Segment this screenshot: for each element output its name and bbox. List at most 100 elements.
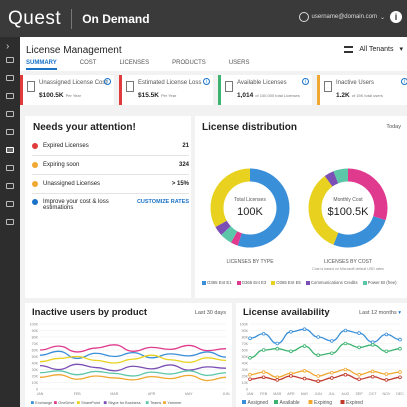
donut-slice[interactable]: [221, 225, 238, 243]
legend-swatch: [340, 400, 345, 404]
customize-rates-link[interactable]: CUSTOMIZE RATES: [137, 199, 189, 205]
divider: [32, 193, 189, 194]
info-icon[interactable]: i: [401, 78, 407, 85]
attention-row-expiring[interactable]: Expiring soon 324: [32, 162, 189, 168]
data-point: [343, 372, 348, 377]
kpi-card-inactive-users[interactable]: Inactive Users 1.2K of 15K total users i: [317, 75, 407, 105]
attention-label: Expiring soon: [43, 162, 80, 168]
legend-label: Yammer: [167, 401, 182, 405]
kpi-value: 1.2K of 15K total users: [336, 92, 383, 99]
series-line[interactable]: [39, 363, 227, 372]
donut-slice[interactable]: [230, 231, 242, 246]
legend-item: Communications Credits: [305, 280, 358, 285]
data-point: [384, 372, 389, 376]
kpi-card-available-licenses[interactable]: Available Licenses 1,014 of 100,000 total…: [218, 75, 312, 105]
attention-label: Expired Licenses: [43, 143, 89, 149]
legend-item: O365 Ent E1: [202, 280, 232, 285]
legend-swatch: [163, 401, 166, 404]
data-point: [289, 329, 293, 334]
kpi-value: 1,014 of 100,000 total Licenses: [237, 92, 300, 99]
x-tick-label: JUN: [315, 392, 322, 396]
lock-icon[interactable]: [6, 183, 14, 189]
series-line[interactable]: [249, 328, 401, 345]
info-icon[interactable]: i: [390, 11, 402, 23]
legend-label: Exchange: [35, 401, 52, 405]
tab-products[interactable]: PRODUCTS: [172, 60, 206, 70]
data-point: [330, 370, 334, 375]
info-icon[interactable]: i: [203, 78, 210, 85]
data-point: [398, 337, 402, 342]
quest-logo[interactable]: Quest: [8, 8, 61, 30]
kpi-card-unassigned-cost[interactable]: Unassigned License Cost $100.5K Per Year …: [20, 75, 114, 105]
divider: [32, 174, 189, 175]
x-tick-label: SEP: [355, 392, 363, 396]
data-point: [357, 377, 361, 382]
y-tick-label: 40K: [32, 362, 39, 366]
kpi-value: $100.5K Per Year: [39, 92, 81, 99]
data-point: [343, 341, 348, 346]
attention-label: Improve your cost & loss estimations: [43, 199, 109, 211]
info-icon[interactable]: i: [104, 78, 111, 85]
expand-chevron-icon[interactable]: ›: [6, 41, 9, 52]
series-line[interactable]: [39, 370, 227, 377]
dashboard-icon[interactable]: [6, 57, 14, 63]
series-line[interactable]: [249, 342, 401, 359]
y-tick-label: 0: [36, 388, 38, 392]
legend-swatch: [103, 401, 107, 404]
data-point: [370, 374, 375, 379]
y-tick-label: 80K: [32, 336, 39, 340]
donut-slice[interactable]: [333, 168, 349, 184]
tenant-filter[interactable]: All Tenants ▾: [344, 45, 403, 53]
data-point: [398, 346, 402, 351]
attention-row-unassigned[interactable]: Unassigned Licenses > 15%: [32, 181, 189, 187]
data-point: [261, 370, 266, 374]
data-point: [330, 351, 334, 356]
license-icon[interactable]: [6, 147, 14, 153]
series-line[interactable]: [39, 344, 227, 353]
tab-cost[interactable]: COST: [80, 60, 97, 70]
donut-slice[interactable]: [324, 171, 339, 187]
user-menu[interactable]: username@domain.com ⌄: [298, 12, 385, 22]
warning-icon: [32, 181, 38, 187]
groups-icon[interactable]: [6, 129, 14, 135]
tab-summary[interactable]: SUMMARY: [26, 60, 57, 70]
donut1-center-label: Total Licenses: [234, 197, 266, 203]
donut-slice[interactable]: [215, 220, 231, 236]
legend-swatch: [308, 400, 313, 404]
data-point: [261, 331, 266, 336]
user-inactive-icon: [324, 81, 332, 92]
data-point: [316, 379, 320, 383]
top-bar: Quest On Demand username@domain.com ⌄ i: [0, 0, 407, 37]
data-point: [330, 376, 334, 380]
kpi-card-license-loss[interactable]: Estimated License Loss $15.5K Per Year i: [119, 75, 213, 105]
divider: [71, 8, 73, 29]
data-point: [316, 353, 320, 357]
donut1-caption: LICENSES BY TYPE: [226, 259, 274, 265]
product-name: On Demand: [82, 11, 150, 26]
document-icon: [225, 81, 233, 92]
donut-slice[interactable]: [333, 215, 386, 248]
data-point: [357, 331, 361, 335]
legend-label: Teams: [150, 401, 161, 405]
tab-licenses[interactable]: LICENSES: [119, 60, 149, 70]
key-icon[interactable]: [6, 93, 14, 99]
attention-value: 324: [178, 162, 189, 168]
data-point: [316, 374, 320, 378]
shield-icon[interactable]: [6, 201, 14, 207]
legend-item: O365 Ent E5: [271, 280, 301, 285]
users-icon[interactable]: [6, 75, 14, 81]
history-icon[interactable]: [6, 111, 14, 117]
y-tick-label: 90K: [32, 329, 39, 333]
attention-row-expired[interactable]: Expired Licenses 21: [32, 143, 189, 149]
y-tick-label: 0: [246, 388, 248, 392]
info-icon[interactable]: i: [302, 78, 309, 85]
legend-label: SharePoint: [81, 401, 101, 405]
tenant-filter-label: All Tenants: [359, 45, 394, 53]
settings-icon[interactable]: [6, 219, 14, 225]
x-tick-label: MAY: [185, 392, 193, 396]
legend-label: Assigned: [248, 400, 269, 406]
availability-line-chart: 0 10K 20K 30K 40K 50K 60K 70K 80K 90K 100K JAN FEB MA…: [240, 323, 405, 407]
audit-icon[interactable]: [6, 165, 14, 171]
main-content: License Management All Tenants ▾ SUMMARY…: [20, 37, 407, 407]
tab-users[interactable]: USERS: [229, 60, 250, 70]
